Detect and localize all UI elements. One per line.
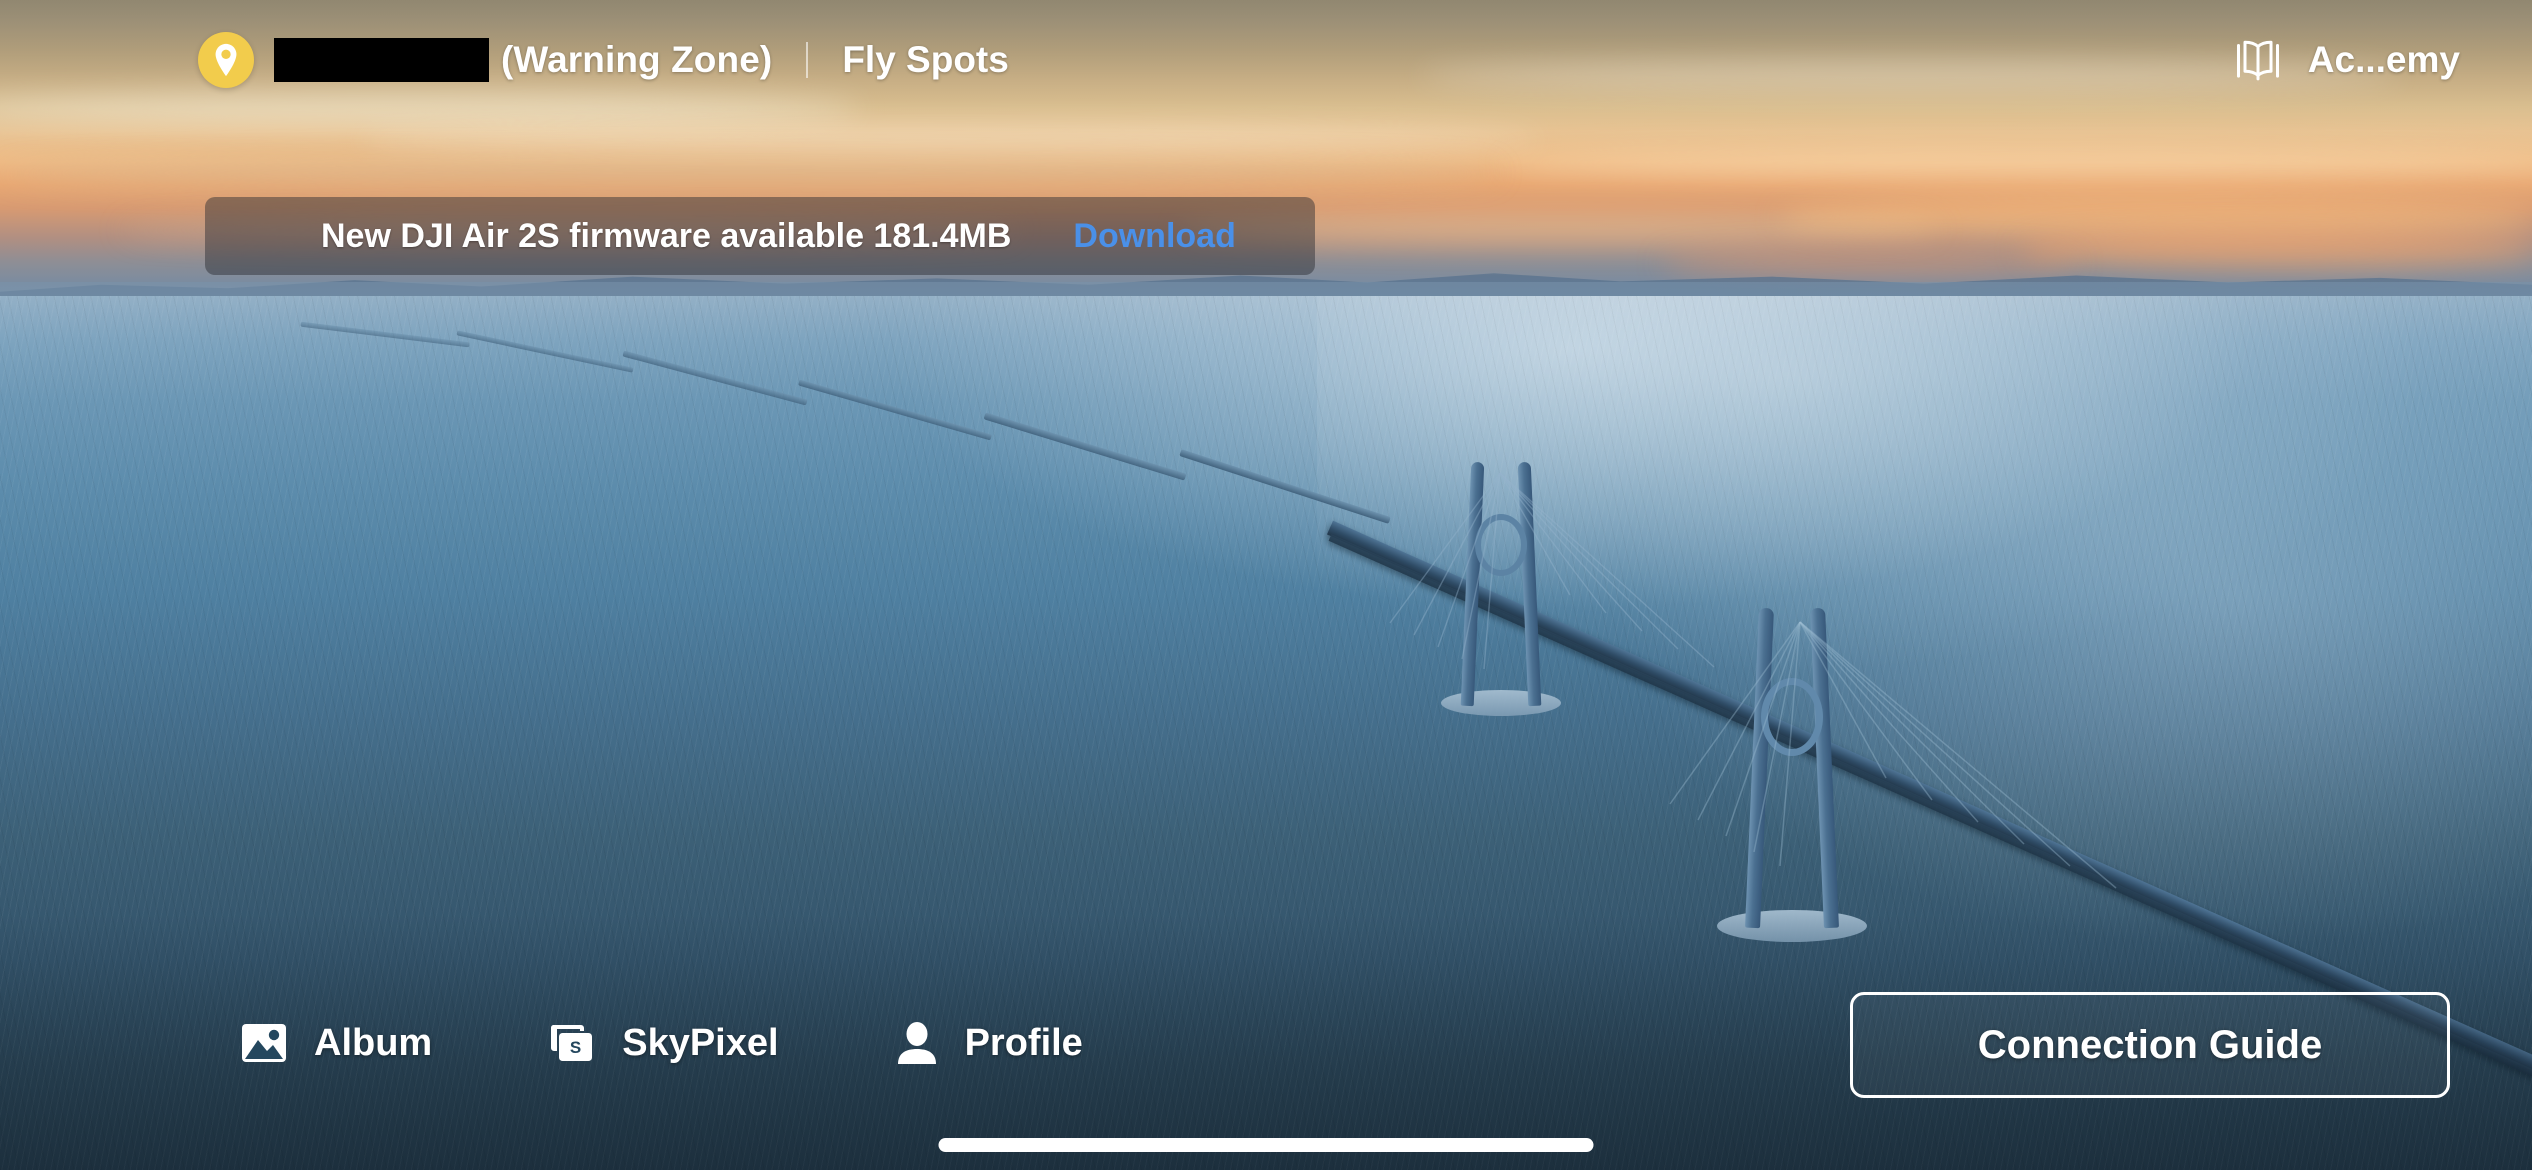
top-bar: (Warning Zone) Fly Spots Ac...emy [0,0,2532,120]
nav-label-album: Album [314,1021,433,1064]
nav-label-profile: Profile [964,1021,1083,1064]
location-name-redacted [274,38,489,82]
nav-item-album[interactable]: Album [240,1021,432,1065]
person-icon [895,1020,939,1066]
open-book-icon [2234,37,2282,83]
location-group[interactable]: (Warning Zone) Fly Spots [198,32,1009,88]
fly-spots-link[interactable]: Fly Spots [842,39,1009,81]
dji-fly-home-screen: (Warning Zone) Fly Spots Ac...emy New DJ… [0,0,2532,1170]
home-indicator-bar[interactable] [938,1138,1594,1152]
academy-label: Ac...emy [2307,39,2460,80]
academy-button[interactable]: Ac...emy [2234,37,2460,83]
svg-text:S: S [570,1038,581,1057]
connection-guide-button[interactable]: Connection Guide [1850,992,2450,1098]
bridge-cables [1669,621,2117,889]
nav-label-skypixel: SkyPixel [622,1021,779,1064]
firmware-update-banner[interactable]: New DJI Air 2S firmware available 181.4M… [205,197,1315,275]
firmware-download-link[interactable]: Download [1073,217,1235,256]
location-pin-icon[interactable] [198,32,254,88]
skypixel-icon: S [548,1021,596,1065]
photo-album-icon [240,1021,288,1065]
warning-zone-label: (Warning Zone) [501,39,773,80]
firmware-message: New DJI Air 2S firmware available 181.4M… [321,216,1012,255]
header-divider [806,42,809,78]
connection-guide-label: Connection Guide [1977,1022,2323,1067]
nav-item-profile[interactable]: Profile [895,1020,1083,1066]
nav-item-skypixel[interactable]: S SkyPixel [548,1021,779,1065]
